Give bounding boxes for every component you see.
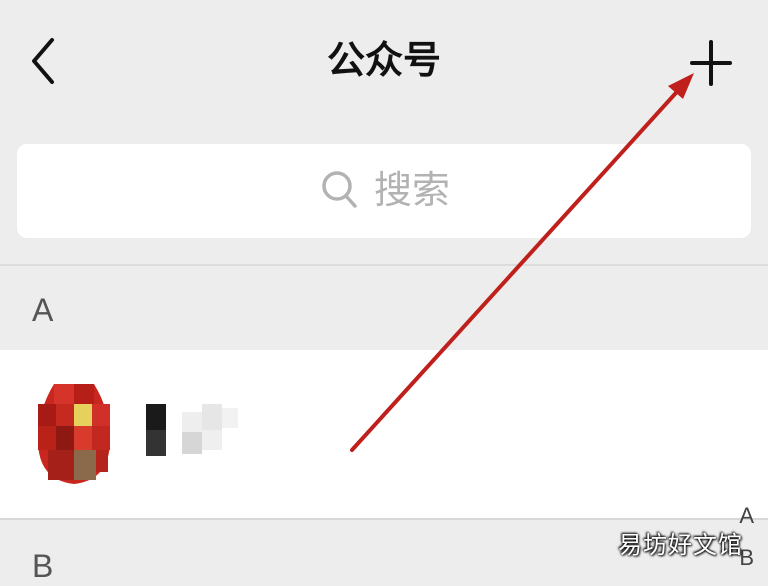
section-divider (0, 264, 768, 266)
name-mosaic (146, 404, 238, 456)
row-divider (0, 518, 768, 520)
search-placeholder: 搜索 (374, 168, 451, 212)
watermark: 易坊好文馆 (618, 531, 743, 559)
plus-icon (690, 40, 732, 86)
page-title: 公众号 (326, 38, 441, 82)
section-header-b: B (32, 548, 54, 584)
search-icon (322, 171, 357, 208)
list-item[interactable] (0, 350, 768, 518)
mosaic-avatar (38, 384, 110, 484)
index-bar-letter-a[interactable]: A (739, 504, 754, 528)
section-header-a: A (32, 292, 54, 328)
add-button[interactable] (684, 36, 738, 90)
top-bar: 公众号 (0, 0, 768, 120)
